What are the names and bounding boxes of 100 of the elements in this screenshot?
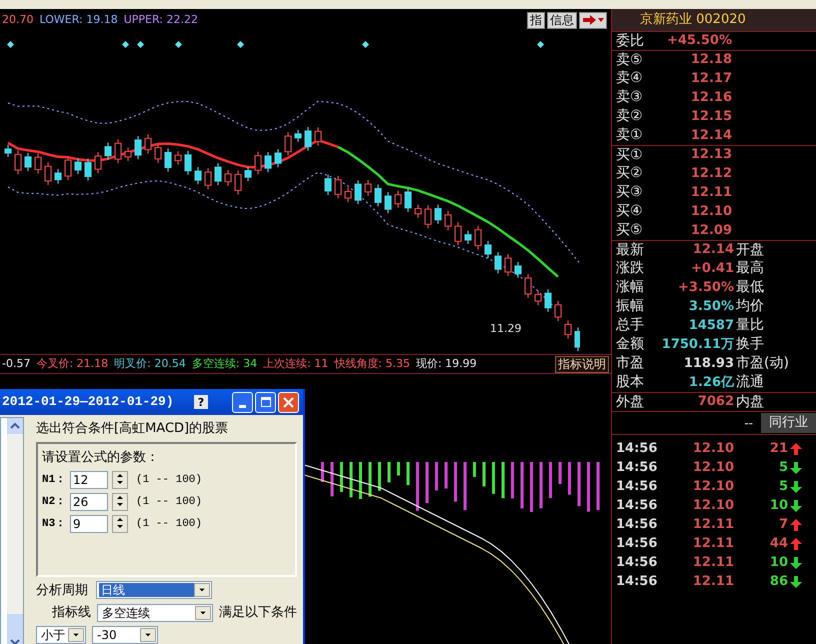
- signal-diamond-icon: [137, 41, 144, 48]
- period-select[interactable]: 日线: [96, 581, 212, 600]
- mid-value: 20.70: [2, 12, 34, 28]
- chart-toolbar-button[interactable]: 信息: [547, 12, 577, 28]
- stat-label: 涨跌: [616, 259, 645, 278]
- candlestick: [484, 240, 492, 258]
- spin-buttons[interactable]: [112, 471, 128, 489]
- stat-label: 内盘: [736, 392, 764, 412]
- indicator-select[interactable]: 多空连续: [97, 604, 213, 622]
- down-arrow-icon: [790, 480, 802, 492]
- stat-label: 量比: [736, 316, 764, 335]
- stat-value: 118.93: [682, 354, 734, 373]
- histogram-bar: [492, 462, 495, 494]
- compare-select[interactable]: 小于: [36, 626, 86, 644]
- stat-value: 12.14: [692, 241, 734, 260]
- stat-label: 均价: [736, 297, 764, 316]
- candlestick: [124, 147, 132, 162]
- candlestick: [234, 170, 242, 195]
- params-title: 请设置公式的参数：: [42, 448, 160, 466]
- spin-buttons[interactable]: [112, 493, 128, 511]
- close-icon: [283, 396, 294, 408]
- candlestick: [254, 151, 262, 175]
- indicator-value: 上次连续: 11: [263, 356, 328, 372]
- indicator-help-button[interactable]: 指标说明: [555, 356, 609, 372]
- minimize-button[interactable]: [232, 392, 253, 412]
- order-level-label: 卖③: [616, 88, 644, 107]
- histogram-bar: [321, 462, 324, 482]
- histogram-bar: [378, 462, 381, 491]
- tick-time: 14:56: [616, 458, 658, 477]
- candlestick: [474, 225, 482, 250]
- down-arrow-icon: [790, 556, 802, 568]
- stat-label: 市盈: [616, 354, 645, 373]
- order-level-label: 卖⑤: [616, 50, 644, 70]
- order-level-label: 买②: [616, 164, 644, 183]
- up-arrow-icon: [790, 538, 802, 550]
- close-button[interactable]: [278, 392, 299, 412]
- histogram-bar: [406, 462, 410, 486]
- order-level-label: 买①: [616, 146, 644, 164]
- order-price: 12.15: [690, 108, 732, 126]
- candlestick: [354, 180, 362, 205]
- histogram-bar: [502, 462, 504, 498]
- candlestick: [284, 132, 292, 156]
- stat-value: +0.41: [690, 260, 734, 278]
- stat-value: +3.50%: [677, 278, 734, 297]
- histogram-bar: [568, 462, 571, 495]
- exit-button[interactable]: [579, 12, 607, 28]
- scrollbar[interactable]: [7, 418, 23, 644]
- order-level-label: 卖④: [616, 69, 644, 88]
- histogram-bar: [596, 462, 600, 510]
- candlestick: [334, 175, 342, 199]
- order-price: 12.17: [690, 70, 732, 88]
- industry-tab[interactable]: 同行业: [761, 413, 816, 433]
- signal-diamond-icon: [537, 41, 544, 48]
- candlestick: [414, 204, 422, 218]
- stat-label: 最新: [616, 240, 645, 260]
- up-arrow-icon: [117, 474, 123, 477]
- stat-label: 总手: [616, 316, 645, 335]
- candlestick: [464, 230, 472, 245]
- histogram-bar: [558, 462, 562, 484]
- upper-band-value: UPPER: 22.22: [124, 12, 198, 28]
- dialog-heading: 选出符合条件[高虹MACD]的股票: [36, 420, 230, 438]
- chart-toolbar-button[interactable]: 指: [527, 12, 545, 28]
- indicator-value: 现价: 19.99: [416, 356, 477, 372]
- candlestick: [534, 290, 542, 306]
- threshold-select[interactable]: -30: [92, 626, 158, 644]
- stat-value: 7062: [696, 393, 734, 412]
- param-field[interactable]: 12: [70, 471, 108, 489]
- tick-price: 12.10: [692, 440, 734, 458]
- help-button[interactable]: ?: [194, 395, 208, 409]
- stat-value: 1.26亿: [688, 374, 734, 392]
- maximize-button[interactable]: [255, 392, 276, 412]
- histogram-bar: [330, 462, 334, 496]
- histogram-bar: [350, 462, 352, 498]
- period-label: 分析周期: [36, 582, 88, 600]
- histogram-bar: [368, 462, 372, 497]
- indicator-value: 明叉价: 20.54: [114, 356, 186, 372]
- stock-title: 京新药业 002020: [640, 11, 746, 30]
- tick-price: 12.10: [692, 478, 734, 496]
- candlestick: [394, 190, 402, 208]
- histogram-bar: [482, 462, 486, 486]
- scroll-thumb[interactable]: [7, 614, 23, 634]
- signal-diamond-icon: [362, 41, 369, 48]
- order-level-label: 买③: [616, 183, 644, 202]
- param-range: (1 -- 100): [136, 516, 202, 532]
- order-level-label: 买④: [616, 202, 644, 221]
- tick-volume: 5: [778, 478, 788, 496]
- tick-time: 14:56: [616, 572, 658, 591]
- histogram-bar: [359, 462, 362, 499]
- param-field[interactable]: 26: [70, 493, 108, 511]
- scroll-up-icon[interactable]: [7, 418, 23, 434]
- tick-price: 12.11: [692, 534, 734, 553]
- param-field[interactable]: 9: [70, 515, 108, 533]
- candlestick: [544, 288, 552, 312]
- candlestick: [274, 148, 282, 168]
- spin-buttons[interactable]: [112, 515, 128, 533]
- candlestick: [54, 168, 62, 184]
- indicator-value: 快线角度: 5.35: [334, 356, 410, 372]
- order-price: 12.10: [690, 202, 732, 221]
- candlestick: [4, 144, 12, 158]
- histogram-bar: [473, 462, 476, 477]
